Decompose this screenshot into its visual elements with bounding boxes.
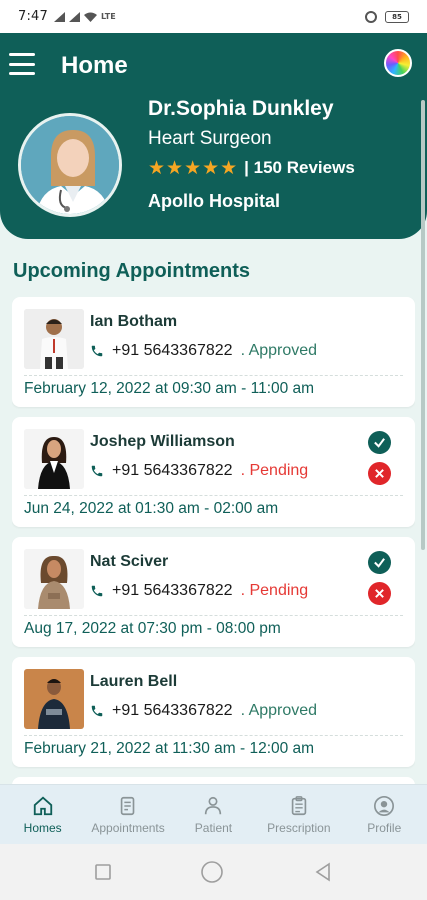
appointment-card[interactable]: Ian Botham +91 5643367822 . Approved Feb… — [12, 297, 415, 407]
system-navigation-bar — [0, 844, 427, 900]
back-triangle-icon[interactable] — [313, 862, 333, 882]
appointment-card[interactable]: Lauren Bell +91 5643367822 . Approved Fe… — [12, 657, 415, 767]
appointment-datetime: February 12, 2022 at 09:30 am - 11:00 am — [24, 380, 315, 397]
patient-phone[interactable]: +91 5643367822 — [112, 342, 233, 360]
battery-level: 85 — [392, 12, 402, 21]
home-icon — [33, 796, 52, 815]
appointment-status: . Pending — [240, 582, 309, 599]
appointment-card[interactable]: Joshep Williamson +91 5643367822 . Pendi… — [12, 417, 415, 527]
doctor-avatar — [18, 113, 122, 217]
patient-phone[interactable]: +91 5643367822 — [112, 462, 233, 480]
nav-appointments[interactable]: Appointments — [86, 795, 171, 835]
nav-prescription[interactable]: Prescription — [256, 795, 341, 835]
approve-check-icon[interactable] — [368, 551, 391, 574]
profile-icon — [374, 795, 395, 816]
phone-icon — [91, 345, 103, 357]
phone-row: +91 5643367822 . Pending — [90, 462, 308, 480]
approve-check-icon[interactable] — [368, 431, 391, 454]
appointments-list[interactable]: Ian Botham +91 5643367822 . Approved Feb… — [12, 297, 415, 784]
lte-icon: LTE — [101, 12, 116, 21]
phone-icon — [91, 705, 103, 717]
nav-label: Prescription — [267, 820, 331, 835]
phone-row: +91 5643367822 . Approved — [90, 342, 317, 360]
theme-color-icon[interactable] — [384, 49, 412, 77]
hospital-name: Apollo Hospital — [148, 191, 280, 211]
patient-name: Lauren Bell — [90, 673, 178, 690]
patient-photo — [24, 309, 84, 369]
nav-label: Homes — [23, 820, 62, 835]
appointment-datetime: Jun 24, 2022 at 01:30 am - 02:00 am — [24, 500, 279, 517]
nav-patient[interactable]: Patient — [171, 795, 256, 835]
page-title: Home — [61, 52, 128, 79]
phone-icon — [91, 465, 103, 477]
signal-icon — [54, 11, 65, 22]
reject-close-icon[interactable] — [368, 462, 391, 485]
wifi-icon — [84, 12, 97, 22]
appointment-card[interactable] — [12, 777, 415, 784]
divider — [24, 495, 403, 496]
patient-name: Nat Sciver — [90, 553, 169, 570]
phone-row: +91 5643367822 . Approved — [90, 702, 317, 720]
data-saver-icon — [365, 10, 377, 23]
review-count[interactable]: | 150 Reviews — [244, 158, 355, 178]
patient-icon — [205, 796, 222, 814]
doctor-name: Dr.Sophia Dunkley — [148, 97, 334, 120]
phone-row: +91 5643367822 . Pending — [90, 582, 308, 600]
signal-icons: LTE — [54, 11, 116, 22]
prescription-icon — [291, 795, 307, 815]
patient-phone[interactable]: +91 5643367822 — [112, 582, 233, 600]
patient-name: Joshep Williamson — [90, 433, 235, 450]
nav-label: Patient — [194, 820, 233, 835]
nav-label: Profile — [367, 820, 402, 835]
status-bar: 7:47 LTE 85 — [0, 0, 427, 33]
hamburger-menu-icon[interactable] — [9, 53, 35, 75]
divider — [24, 615, 403, 616]
appointment-status: . Approved — [240, 702, 318, 719]
nav-profile[interactable]: Profile — [342, 795, 427, 835]
patient-photo — [24, 669, 84, 729]
appointment-status: . Pending — [240, 462, 309, 479]
patient-name: Ian Botham — [90, 313, 178, 330]
divider — [24, 735, 403, 736]
divider — [24, 375, 403, 376]
appointment-datetime: February 21, 2022 at 11:30 am - 12:00 am — [24, 740, 315, 757]
appointments-icon — [120, 796, 135, 815]
status-time: 7:47 — [18, 9, 48, 24]
rating-row: ★★★★★ | 150 Reviews — [148, 157, 355, 179]
recents-square-icon[interactable] — [94, 863, 112, 881]
nav-homes[interactable]: Homes — [0, 795, 85, 835]
appointment-datetime: Aug 17, 2022 at 07:30 pm - 08:00 pm — [24, 620, 281, 637]
nav-label: Appointments — [91, 820, 165, 835]
star-rating-icon: ★★★★★ — [148, 157, 239, 179]
scrollbar[interactable] — [421, 100, 425, 550]
profile-header: Home Dr.Sophia Dunkley Heart Surgeon ★★★… — [0, 33, 427, 239]
patient-photo — [24, 549, 84, 609]
home-circle-icon[interactable] — [200, 860, 224, 884]
appointment-status: . Approved — [240, 342, 318, 359]
phone-icon — [91, 585, 103, 597]
appointment-card[interactable]: Nat Sciver +91 5643367822 . Pending Aug … — [12, 537, 415, 647]
bottom-navigation: Homes Appointments Patient Prescription … — [0, 784, 427, 844]
battery-icon: 85 — [385, 10, 409, 23]
doctor-specialty: Heart Surgeon — [148, 128, 272, 149]
section-title: Upcoming Appointments — [13, 260, 251, 282]
patient-phone[interactable]: +91 5643367822 — [112, 702, 233, 720]
patient-photo — [24, 429, 84, 489]
signal-icon — [69, 11, 80, 22]
reject-close-icon[interactable] — [368, 582, 391, 605]
